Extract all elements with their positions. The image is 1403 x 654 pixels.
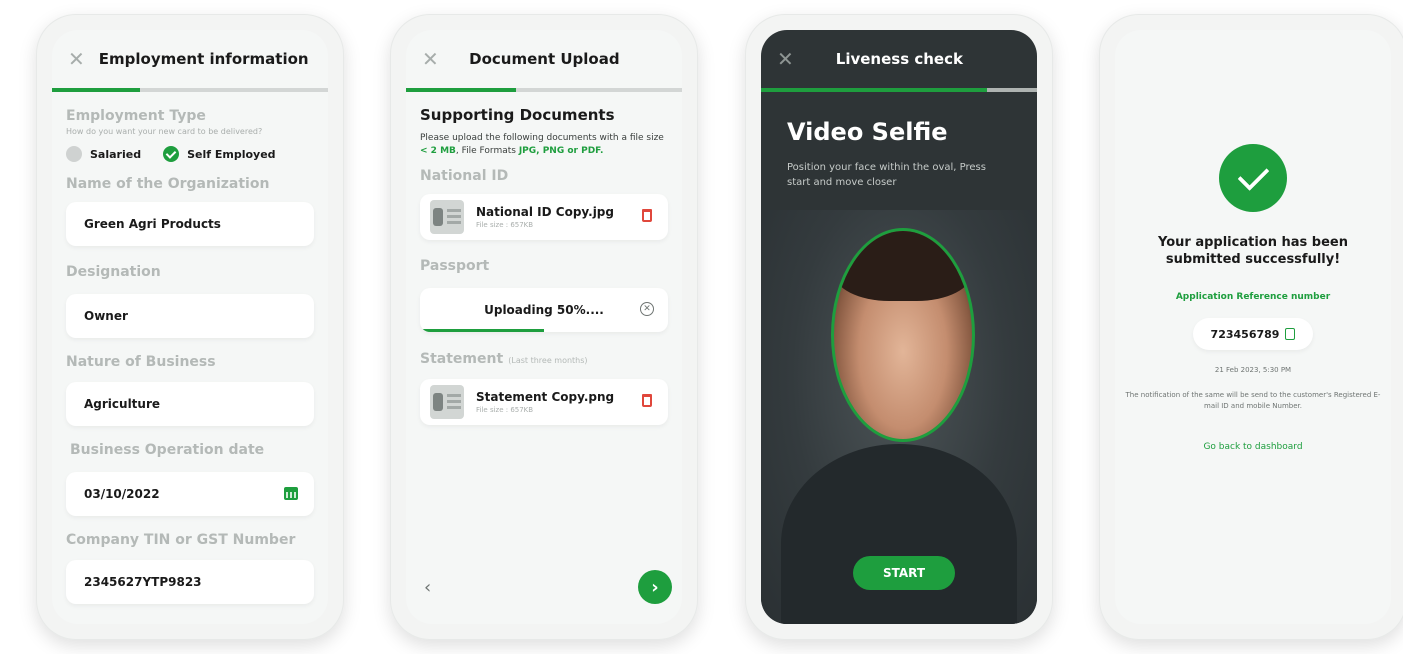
phone-liveness: ✕ Liveness check Video Selfie Position y… (745, 14, 1053, 640)
face-oval-guide (831, 228, 975, 442)
radio-self-employed[interactable]: Self Employed (163, 146, 276, 162)
passport-label: Passport (420, 258, 490, 274)
step-progress-bar (761, 88, 1037, 92)
liveness-header: ✕ Liveness check (761, 30, 1037, 88)
designation-value: Owner (84, 309, 128, 323)
employment-type-hint: How do you want your new card to be deli… (66, 127, 263, 136)
organization-value: Green Agri Products (84, 217, 221, 231)
instructions-text-2: , File Formats (455, 146, 519, 156)
success-check-icon (1219, 144, 1287, 212)
trash-icon[interactable] (642, 209, 652, 222)
person-body (781, 444, 1017, 624)
selfie-instructions: Position your face within the oval, Pres… (787, 162, 986, 188)
upload-instructions: Please upload the following documents wi… (420, 132, 668, 158)
employment-header: ✕ Employment information (52, 30, 328, 88)
face-image (834, 231, 972, 301)
operation-date-value: 03/10/2022 (84, 487, 160, 501)
close-icon[interactable]: ✕ (68, 47, 85, 71)
reference-label: Application Reference number (1175, 292, 1331, 302)
nature-of-business-label: Nature of Business (66, 354, 216, 370)
copy-icon[interactable] (1285, 328, 1296, 340)
national-id-label: National ID (420, 168, 509, 184)
id-card-thumbnail-icon (430, 200, 464, 234)
radio-salaried-label: Salaried (90, 147, 142, 161)
statement-label-row: Statement (Last three months) (420, 348, 668, 367)
success-screen: Your application has been submitted succ… (1115, 30, 1391, 624)
radio-salaried[interactable]: Salaried (66, 146, 141, 162)
page-title: Document Upload (469, 50, 620, 68)
close-icon[interactable]: ✕ (777, 47, 794, 71)
uploading-status: Uploading 50%.... (484, 303, 604, 317)
size-limit: < 2 MB (420, 146, 456, 156)
file-size: File size : 657KB (476, 406, 534, 414)
statement-label: Statement (420, 351, 504, 367)
app-showcase: ✕ Employment information Employment Type… (0, 0, 1403, 654)
chevron-right-icon[interactable]: › (638, 570, 672, 604)
step-progress-bar (52, 88, 328, 92)
nature-of-business-value: Agriculture (84, 397, 161, 411)
statement-file[interactable]: Statement Copy.png File size : 657KB (420, 379, 668, 425)
employment-type-label: Employment Type (66, 108, 206, 124)
tin-field[interactable]: 2345627YTP9823 (66, 560, 314, 604)
operation-date-field[interactable]: 03/10/2022 (66, 472, 314, 516)
step-progress-bar (406, 88, 682, 92)
operation-date-label: Business Operation date (70, 442, 265, 458)
statement-hint: (Last three months) (508, 356, 588, 365)
step-progress-fill (52, 88, 141, 92)
employment-screen: ✕ Employment information Employment Type… (52, 30, 328, 624)
calendar-icon[interactable] (284, 487, 298, 500)
start-button[interactable]: START (853, 556, 955, 590)
passport-upload-progress: Uploading 50%.... ✕ (420, 288, 668, 332)
step-progress-fill (761, 88, 988, 92)
success-message: Your application has been submitted succ… (1158, 235, 1348, 267)
close-icon[interactable]: ✕ (422, 47, 439, 71)
upload-screen: ✕ Document Upload Supporting Documents P… (406, 30, 682, 624)
designation-field[interactable]: Owner (66, 294, 314, 338)
cancel-upload-icon[interactable]: ✕ (640, 302, 654, 316)
page-title: Liveness check (835, 50, 963, 68)
allowed-formats: JPG, PNG or PDF. (518, 146, 604, 156)
page-title: Employment information (98, 50, 309, 68)
organization-label: Name of the Organization (66, 176, 270, 192)
radio-unchecked-icon (66, 146, 82, 162)
reference-number-chip: 723456789 (1193, 318, 1313, 350)
upload-header: ✕ Document Upload (406, 30, 682, 88)
designation-label: Designation (66, 264, 161, 280)
step-progress-fill (406, 88, 517, 92)
trash-icon[interactable] (642, 394, 652, 407)
notification-note: The notification of the same will be sen… (1125, 391, 1381, 410)
dashboard-link[interactable]: Go back to dashboard (1125, 442, 1381, 452)
nature-of-business-field[interactable]: Agriculture (66, 382, 314, 426)
phone-employment: ✕ Employment information Employment Type… (36, 14, 344, 640)
radio-self-employed-label: Self Employed (187, 147, 276, 161)
submission-timestamp: 21 Feb 2023, 5:30 PM (1214, 366, 1292, 374)
tin-label: Company TIN or GST Number (66, 532, 296, 548)
video-selfie-heading: Video Selfie (787, 118, 948, 146)
liveness-screen: ✕ Liveness check Video Selfie Position y… (761, 30, 1037, 624)
file-name: National ID Copy.jpg (476, 205, 614, 219)
file-name: Statement Copy.png (476, 390, 615, 404)
phone-document-upload: ✕ Document Upload Supporting Documents P… (390, 14, 698, 640)
instructions-text: Please upload the following documents wi… (420, 133, 664, 143)
document-thumbnail-icon (430, 385, 464, 419)
reference-number: 723456789 (1210, 327, 1280, 341)
upload-progress-fill (420, 329, 544, 332)
chevron-left-icon[interactable]: ‹ (424, 577, 431, 598)
tin-value: 2345627YTP9823 (84, 575, 202, 589)
radio-checked-icon (163, 146, 180, 162)
supporting-documents-heading: Supporting Documents (420, 106, 615, 124)
organization-field[interactable]: Green Agri Products (66, 202, 314, 246)
national-id-file[interactable]: National ID Copy.jpg File size : 657KB (420, 194, 668, 240)
file-size: File size : 657KB (476, 221, 534, 229)
phone-success: Your application has been submitted succ… (1099, 14, 1403, 640)
